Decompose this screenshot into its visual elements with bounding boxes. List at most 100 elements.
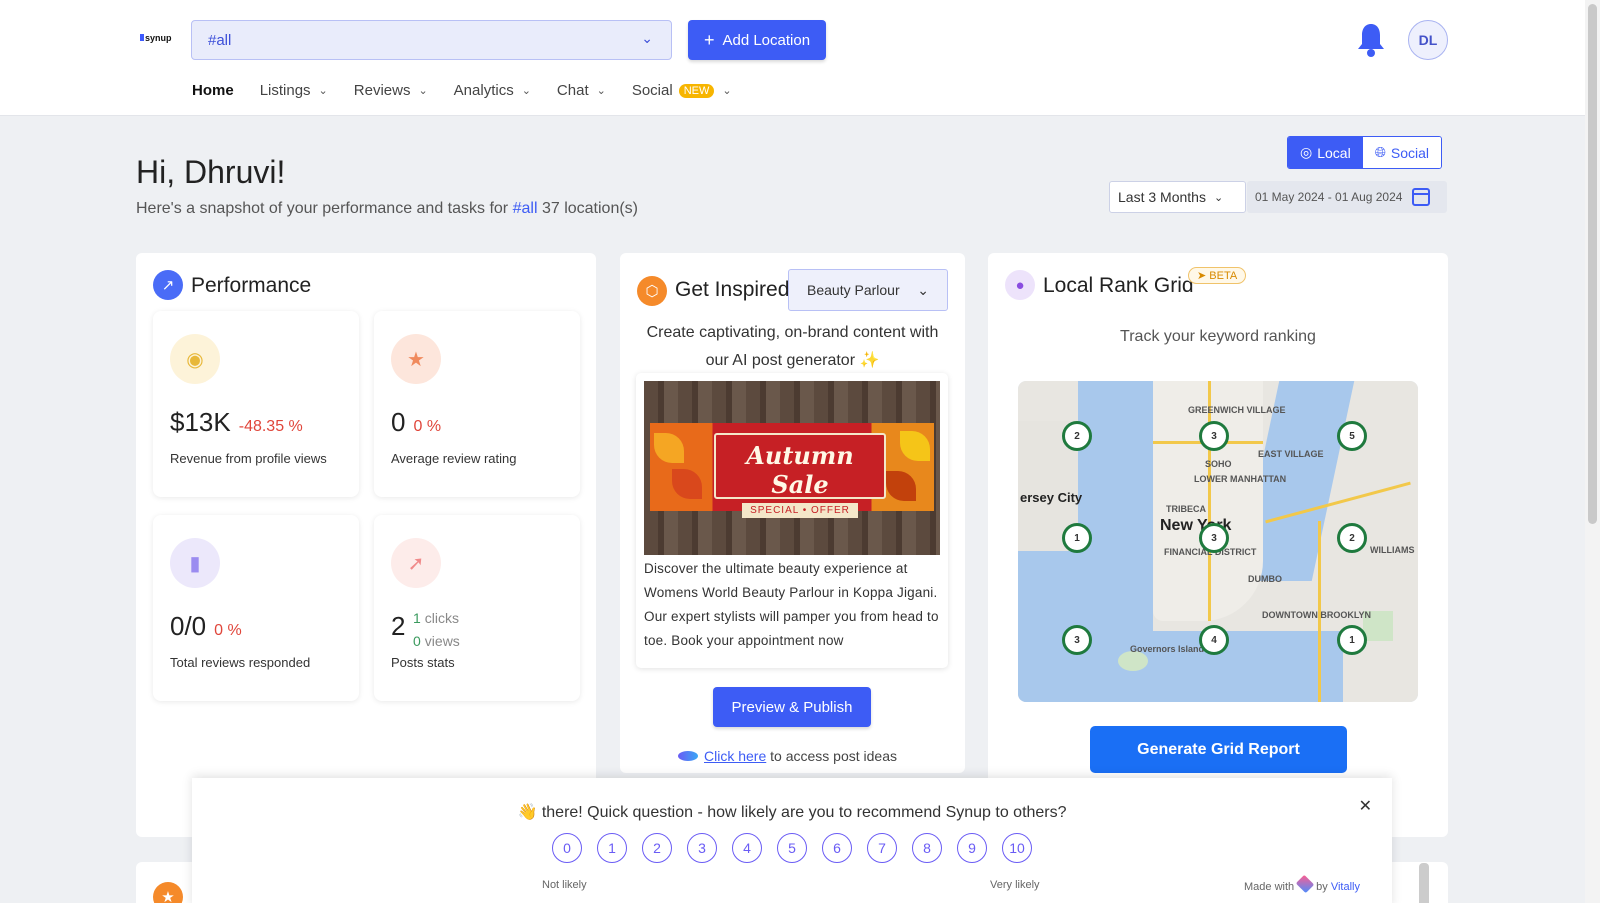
- nps-option[interactable]: 7: [867, 833, 897, 863]
- page-scrollbar[interactable]: [1585, 0, 1600, 903]
- post-image: Autumn Sale SPECIAL • OFFER: [644, 381, 940, 555]
- new-badge: NEW: [678, 83, 715, 98]
- nav-item-reviews[interactable]: Reviews ⌄: [354, 82, 428, 99]
- nps-option[interactable]: 5: [777, 833, 807, 863]
- nav-item-home[interactable]: Home: [192, 82, 234, 99]
- nav-item-social[interactable]: Social NEW ⌄: [632, 82, 732, 99]
- banner-title: Autumn Sale: [746, 441, 854, 499]
- star-badge-icon: ★: [153, 882, 183, 903]
- post-caption: Discover the ultimate beauty experience …: [644, 561, 939, 648]
- nav-item-analytics[interactable]: Analytics ⌄: [454, 82, 531, 99]
- rank-grid-title: Local Rank Grid: [1043, 274, 1194, 297]
- performance-title: Performance: [191, 274, 312, 297]
- rank-pin[interactable]: 3: [1199, 523, 1229, 553]
- post-preview[interactable]: Autumn Sale SPECIAL • OFFER Discover the…: [636, 373, 948, 668]
- rank-pin[interactable]: 3: [1062, 625, 1092, 655]
- rank-pin[interactable]: 4: [1199, 625, 1229, 655]
- click-here-link[interactable]: Click here: [704, 748, 766, 764]
- toggle-local[interactable]: ◎ Local: [1288, 137, 1363, 168]
- get-inspired-title: Get Inspired: [675, 278, 790, 301]
- add-location-button[interactable]: + Add Location: [688, 20, 826, 60]
- not-likely-label: Not likely: [542, 879, 587, 891]
- very-likely-label: Very likely: [990, 879, 1040, 891]
- toggle-social[interactable]: 🌐︎ Social: [1362, 137, 1442, 168]
- survey-question: 👋 there! Quick question - how likely are…: [517, 804, 1067, 821]
- chevron-down-icon: ⌄: [917, 281, 929, 298]
- location-pin-icon: ●: [1005, 270, 1035, 300]
- chevron-down-icon: ⌄: [722, 85, 732, 97]
- top-header: synup #all ⌄ + Add Location DL Home List…: [0, 0, 1585, 116]
- nps-option[interactable]: 10: [1002, 833, 1032, 863]
- plus-icon: +: [703, 30, 715, 50]
- chevron-down-icon: ⌄: [596, 85, 606, 97]
- rank-grid-map[interactable]: GREENWICH VILLAGE EAST VILLAGE SOHO LOWE…: [1018, 381, 1418, 702]
- nps-option[interactable]: 3: [687, 833, 717, 863]
- map-pin-icon: ◎: [1300, 144, 1313, 160]
- get-inspired-card: ⬡ Get Inspired Beauty Parlour ⌄ Create ca…: [620, 253, 965, 773]
- globe-icon: 🌐︎: [1374, 144, 1386, 160]
- rocket-icon: ➤: [1197, 270, 1207, 282]
- performance-card: ↗ Performance ◉ $13K -48.35 % Revenue fro…: [136, 253, 596, 837]
- preview-publish-button[interactable]: Preview & Publish: [713, 687, 871, 727]
- bell-icon[interactable]: [1355, 22, 1387, 58]
- category-dropdown[interactable]: Beauty Parlour ⌄: [788, 269, 948, 311]
- synup-logo[interactable]: synup: [140, 33, 172, 43]
- inspire-description: Create captivating, on-brand content wit…: [646, 324, 939, 369]
- rank-pin[interactable]: 1: [1337, 625, 1367, 655]
- rank-grid-subtitle: Track your keyword ranking: [1120, 328, 1316, 345]
- calendar-icon[interactable]: [1412, 188, 1431, 206]
- chevron-down-icon: ⌄: [521, 85, 531, 97]
- made-with-vitally[interactable]: Made with by Vitally: [1244, 874, 1360, 894]
- nps-scale: 0 1 2 3 4 5 6 7 8 9 10: [552, 833, 1032, 863]
- nav-item-chat[interactable]: Chat ⌄: [557, 82, 606, 99]
- rank-pin[interactable]: 5: [1337, 421, 1367, 451]
- date-range-display[interactable]: 01 May 2024 - 01 Aug 2024: [1247, 181, 1447, 213]
- user-avatar[interactable]: DL: [1408, 20, 1448, 60]
- nps-option[interactable]: 2: [642, 833, 672, 863]
- survey-scrollbar[interactable]: [1419, 863, 1429, 903]
- eye-icon: ◉: [170, 334, 220, 384]
- sparkle-chart-icon: ➚: [391, 538, 441, 588]
- posts-stats-tile[interactable]: ➚ 2 1 clicks 0 views Posts stats: [374, 515, 580, 701]
- scrollbar-thumb[interactable]: [1588, 4, 1597, 524]
- revenue-tile[interactable]: ◉ $13K -48.35 % Revenue from profile view…: [153, 311, 359, 497]
- location-select-value: #all: [208, 32, 232, 49]
- chevron-down-icon: ⌄: [318, 85, 328, 97]
- date-range-preset[interactable]: Last 3 Months ⌄: [1109, 181, 1246, 213]
- rank-pin[interactable]: 2: [1062, 421, 1092, 451]
- nps-option[interactable]: 1: [597, 833, 627, 863]
- banner-subtitle: SPECIAL • OFFER: [742, 503, 858, 518]
- post-ideas-link-row: Click here to access post ideas: [678, 748, 897, 764]
- rank-pin[interactable]: 3: [1199, 421, 1229, 451]
- rank-pin[interactable]: 1: [1062, 523, 1092, 553]
- chat-bubble-icon: ▮: [170, 538, 220, 588]
- local-rank-grid-card: ● Local Rank Grid ➤ BETA Track your keyw…: [988, 253, 1448, 837]
- nps-option[interactable]: 8: [912, 833, 942, 863]
- vitally-logo-icon: [1295, 874, 1315, 894]
- nps-option[interactable]: 6: [822, 833, 852, 863]
- review-rating-tile[interactable]: ★ 00 % Average review rating: [374, 311, 580, 497]
- generate-grid-report-button[interactable]: Generate Grid Report: [1090, 726, 1347, 773]
- location-tag[interactable]: #all: [513, 200, 538, 217]
- nps-option[interactable]: 4: [732, 833, 762, 863]
- trending-up-icon: ↗: [153, 270, 183, 300]
- location-select[interactable]: #all ⌄: [191, 20, 672, 60]
- close-icon[interactable]: ✕: [1359, 796, 1372, 816]
- nps-option[interactable]: 0: [552, 833, 582, 863]
- chevron-down-icon: ⌄: [1213, 191, 1224, 204]
- rank-pin[interactable]: 2: [1337, 523, 1367, 553]
- beta-badge: ➤ BETA: [1188, 267, 1247, 284]
- view-toggle: ◎ Local 🌐︎ Social: [1287, 136, 1443, 169]
- chevron-down-icon: ⌄: [418, 85, 428, 97]
- nps-survey-panel: 👋 there! Quick question - how likely are…: [192, 778, 1429, 903]
- chevron-down-icon: ⌄: [641, 30, 653, 46]
- nps-option[interactable]: 9: [957, 833, 987, 863]
- greeting-subtitle: Here's a snapshot of your performance an…: [136, 200, 638, 217]
- star-icon: ★: [391, 334, 441, 384]
- main-nav: Home Listings ⌄ Reviews ⌄ Analytics ⌄ Chat ⌄…: [192, 82, 758, 99]
- nav-item-listings[interactable]: Listings ⌄: [260, 82, 328, 99]
- cube-icon: ⬡: [637, 276, 667, 306]
- reviews-responded-tile[interactable]: ▮ 0/0 0 % Total reviews responded: [153, 515, 359, 701]
- greeting-title: Hi, Dhruvi!: [136, 154, 286, 190]
- gem-icon: [678, 751, 698, 761]
